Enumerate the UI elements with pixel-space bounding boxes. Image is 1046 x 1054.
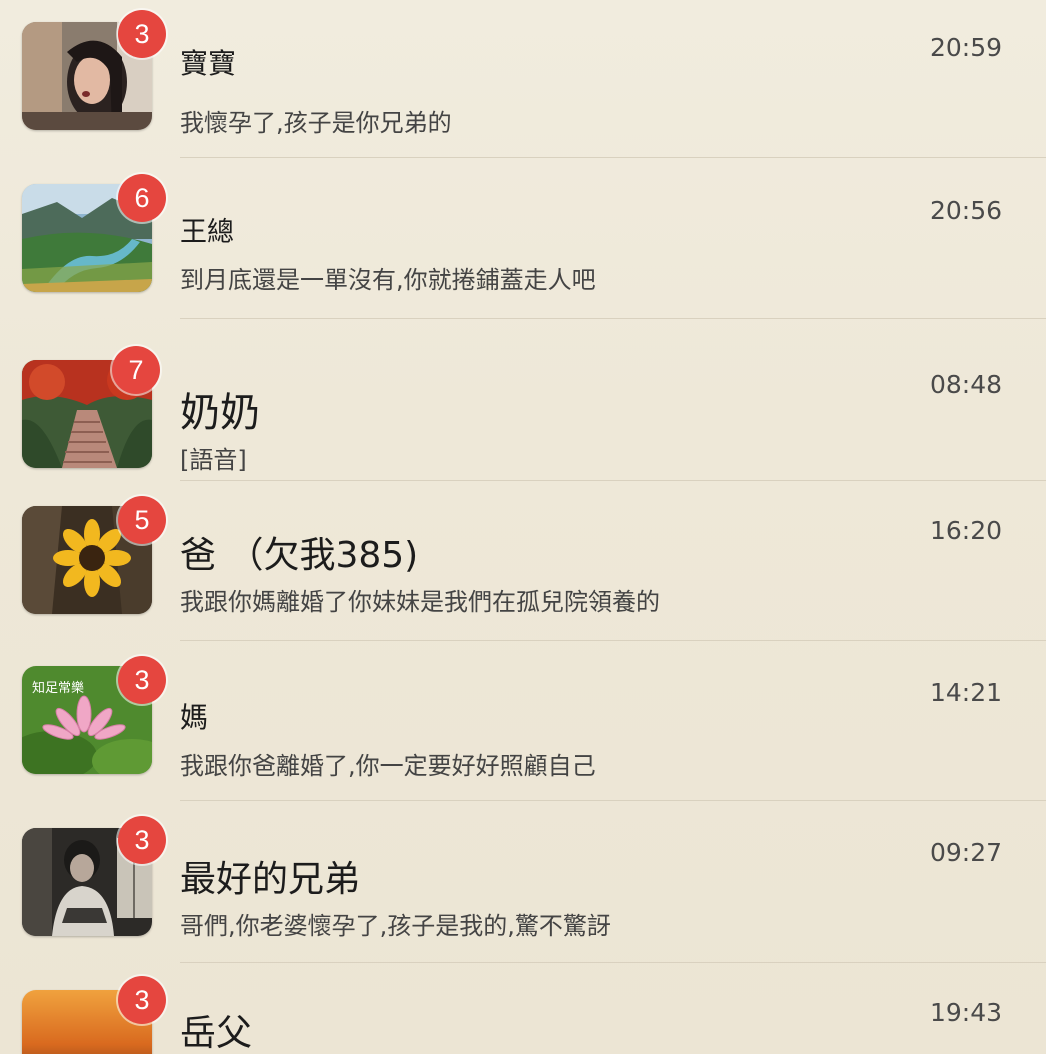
unread-badge: 7 [112, 346, 160, 394]
chat-row[interactable]: 5 爸 （欠我385) 我跟你媽離婚了你妹妹是我們在孤兒院領養的 16:20 [0, 480, 1046, 641]
chat-row[interactable]: 3 岳父 19:43 [0, 960, 1046, 1054]
message-preview: 我跟你媽離婚了你妹妹是我們在孤兒院領養的 [180, 588, 660, 616]
message-preview: 到月底還是一單沒有,你就捲鋪蓋走人吧 [180, 266, 596, 294]
message-preview: 我懷孕了,孩子是你兄弟的 [180, 109, 452, 137]
contact-name: 爸 （欠我385) [180, 535, 419, 576]
unread-badge: 6 [118, 174, 166, 222]
divider [180, 157, 1046, 158]
unread-badge: 3 [118, 10, 166, 58]
message-time: 14:21 [929, 678, 1002, 707]
message-time: 08:48 [929, 370, 1002, 399]
message-time: 09:27 [929, 838, 1002, 867]
chat-list: 3 寶寶 我懷孕了,孩子是你兄弟的 20:59 6 王總 到月底還是一單沒有,你… [0, 0, 1046, 1054]
contact-name: 王總 [180, 217, 234, 248]
message-time: 19:43 [929, 998, 1002, 1027]
message-time: 20:59 [929, 33, 1002, 62]
message-preview: 哥們,你老婆懷孕了,孩子是我的,驚不驚訝 [180, 912, 611, 940]
contact-name: 寶寶 [180, 47, 237, 80]
avatar-caption: 知足常樂 [32, 680, 84, 696]
message-preview: [語音] [180, 446, 247, 474]
message-time: 16:20 [929, 516, 1002, 545]
unread-badge: 3 [118, 976, 166, 1024]
contact-name: 奶奶 [180, 390, 260, 436]
chat-row[interactable]: 知足常樂 3 媽 我跟你爸離婚了,你一定要好好照顧自己 14:21 [0, 640, 1046, 801]
contact-name: 最好的兄弟 [180, 859, 361, 900]
contact-name: 岳父 [180, 1013, 253, 1054]
contact-name: 媽 [180, 701, 209, 734]
message-preview: 我跟你爸離婚了,你一定要好好照顧自己 [180, 752, 596, 780]
chat-row[interactable]: 3 寶寶 我懷孕了,孩子是你兄弟的 20:59 [0, 0, 1046, 160]
message-time: 20:56 [929, 196, 1002, 225]
chat-row[interactable]: 7 奶奶 [語音] 08:48 [0, 320, 1046, 481]
chat-row[interactable]: 3 最好的兄弟 哥們,你老婆懷孕了,孩子是我的,驚不驚訝 09:27 [0, 800, 1046, 963]
chat-row[interactable]: 6 王總 到月底還是一單沒有,你就捲鋪蓋走人吧 20:56 [0, 160, 1046, 320]
unread-badge: 3 [118, 656, 166, 704]
unread-badge: 3 [118, 816, 166, 864]
unread-badge: 5 [118, 496, 166, 544]
divider [180, 318, 1046, 319]
